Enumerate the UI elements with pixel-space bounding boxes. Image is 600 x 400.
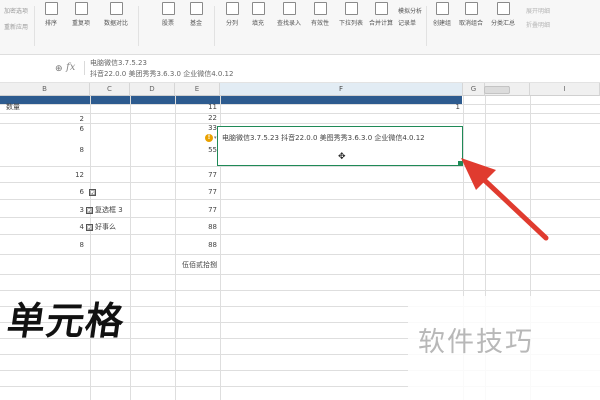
annotation-arrow-shaft (477, 173, 549, 241)
overlay-caption: 单元格 (4, 299, 128, 343)
watermark-text: 软件技巧 (418, 327, 534, 358)
